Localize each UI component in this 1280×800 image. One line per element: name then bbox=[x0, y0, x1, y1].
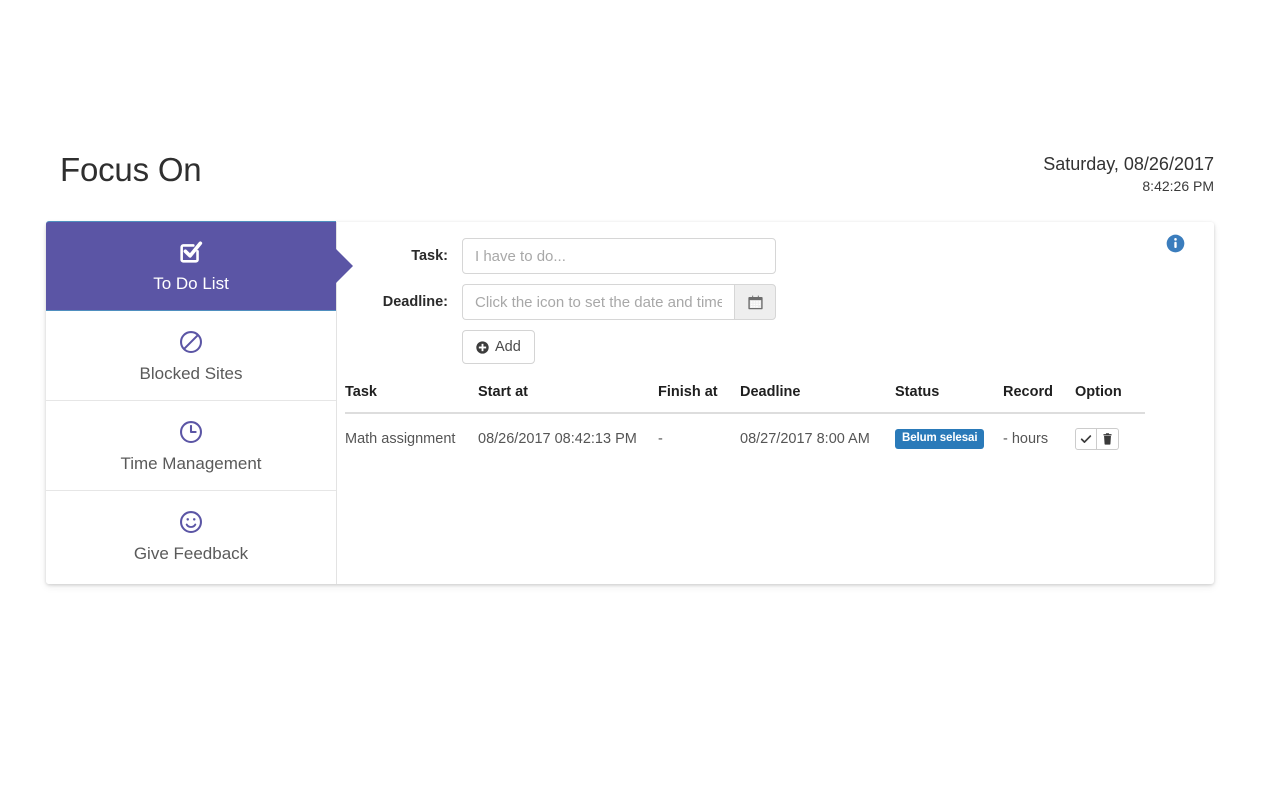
add-row: Add bbox=[337, 330, 1214, 364]
add-spacer bbox=[337, 330, 462, 364]
task-form: Task: Deadline: bbox=[337, 222, 1214, 364]
tasks-table-body: Math assignment 08/26/2017 08:42:13 PM -… bbox=[345, 413, 1145, 460]
tasks-table-head: Task Start at Finish at Deadline Status … bbox=[345, 384, 1145, 414]
tasks-table: Task Start at Finish at Deadline Status … bbox=[345, 384, 1145, 460]
plus-circle-icon bbox=[476, 340, 489, 354]
deadline-input-group bbox=[462, 284, 776, 320]
info-circle-icon[interactable] bbox=[1166, 234, 1185, 253]
column-header-deadline: Deadline bbox=[740, 384, 895, 414]
sidebar-item-label: Blocked Sites bbox=[139, 363, 243, 383]
sidebar-item-label: Time Management bbox=[120, 453, 262, 473]
main-panel: To Do List Blocked Sites Time Management… bbox=[46, 221, 1214, 584]
task-row: Task: bbox=[337, 238, 1214, 274]
page-title: Focus On bbox=[60, 151, 202, 188]
check-icon bbox=[1080, 433, 1092, 445]
clock-icon bbox=[178, 417, 204, 447]
app-header: Focus On Saturday, 08/26/2017 8:42:26 PM bbox=[46, 148, 1214, 208]
table-row: Math assignment 08/26/2017 08:42:13 PM -… bbox=[345, 413, 1145, 460]
task-input[interactable] bbox=[462, 238, 776, 274]
clock-time: 8:42:26 PM bbox=[1142, 178, 1214, 194]
checkbox-checked-icon bbox=[177, 237, 205, 267]
task-label: Task: bbox=[411, 248, 448, 264]
mark-done-button[interactable] bbox=[1075, 428, 1097, 450]
sidebar-item-blocked-sites[interactable]: Blocked Sites bbox=[46, 311, 336, 401]
cell-finish-at: - bbox=[658, 431, 663, 447]
sidebar-item-time-management[interactable]: Time Management bbox=[46, 401, 336, 491]
deadline-input[interactable] bbox=[462, 284, 734, 320]
content-area: Task: Deadline: bbox=[337, 222, 1214, 584]
smiley-icon bbox=[178, 507, 204, 537]
trash-icon bbox=[1102, 433, 1113, 445]
delete-task-button[interactable] bbox=[1097, 428, 1119, 450]
cell-option bbox=[1075, 413, 1145, 460]
cell-start-at: 08/26/2017 08:42:13 PM bbox=[478, 431, 637, 447]
column-header-record: Record bbox=[1003, 384, 1075, 414]
sidebar: To Do List Blocked Sites Time Management… bbox=[46, 221, 353, 584]
column-header-status: Status bbox=[895, 384, 1003, 414]
add-button-label: Add bbox=[495, 339, 521, 355]
app-root: Focus On Saturday, 08/26/2017 8:42:26 PM… bbox=[0, 0, 1280, 800]
status-badge: Belum selesai bbox=[895, 429, 985, 449]
sidebar-item-label: Give Feedback bbox=[133, 544, 249, 563]
column-header-start-at: Start at bbox=[478, 384, 658, 414]
clock-date: Saturday, 08/26/2017 bbox=[1043, 154, 1214, 174]
row-actions bbox=[1075, 428, 1119, 450]
deadline-label: Deadline: bbox=[382, 294, 448, 310]
sidebar-item-label: To Do List bbox=[153, 274, 229, 293]
ban-icon bbox=[178, 327, 204, 357]
cell-task: Math assignment bbox=[345, 431, 456, 447]
sidebar-item-to-do-list[interactable]: To Do List bbox=[46, 221, 353, 311]
add-button[interactable]: Add bbox=[462, 330, 535, 364]
sidebar-item-give-feedback[interactable]: Give Feedback bbox=[46, 491, 336, 581]
cell-record: - hours bbox=[1003, 431, 1049, 447]
tasks-table-wrap: Task Start at Finish at Deadline Status … bbox=[345, 384, 1145, 460]
cell-status: Belum selesai bbox=[895, 413, 1003, 460]
clock: Saturday, 08/26/2017 8:42:26 PM bbox=[1043, 152, 1214, 196]
column-header-task: Task bbox=[345, 384, 478, 414]
cell-deadline: 08/27/2017 8:00 AM bbox=[740, 431, 870, 447]
column-header-option: Option bbox=[1075, 384, 1145, 414]
calendar-icon[interactable] bbox=[734, 284, 776, 320]
deadline-row: Deadline: bbox=[337, 284, 1214, 320]
column-header-finish-at: Finish at bbox=[658, 384, 740, 414]
table-header-row: Task Start at Finish at Deadline Status … bbox=[345, 384, 1145, 414]
